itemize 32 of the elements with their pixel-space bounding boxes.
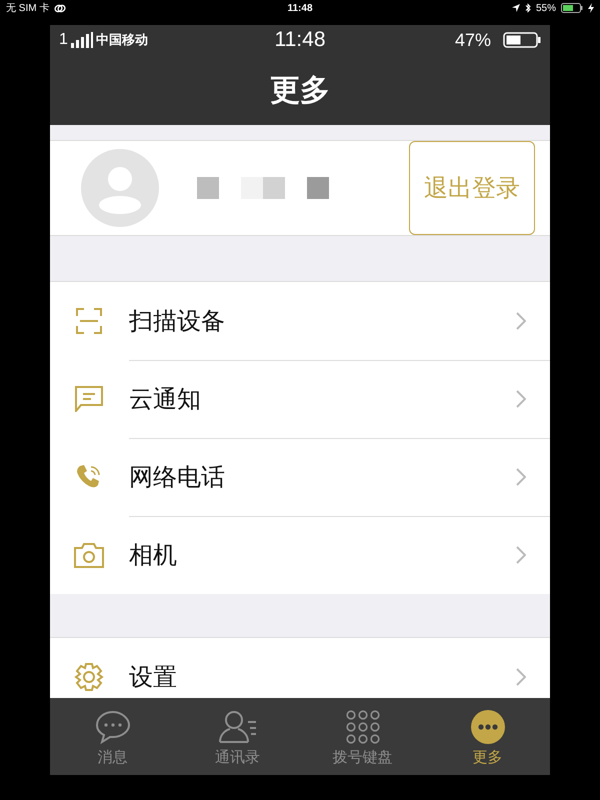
more-icon xyxy=(470,710,504,744)
page-title: 更多 xyxy=(270,72,330,108)
chevron-icon xyxy=(516,468,526,486)
location-icon xyxy=(512,4,520,12)
bluetooth-icon xyxy=(524,3,531,13)
carrier-text: 无 SIM 卡 xyxy=(6,2,50,15)
chevron-icon xyxy=(516,546,526,564)
avatar-icon xyxy=(81,149,159,227)
chevron-icon xyxy=(516,312,526,330)
battery-percent: 55% xyxy=(536,2,556,14)
message-icon xyxy=(74,386,102,412)
chevron-icon xyxy=(516,668,526,686)
signal-icon xyxy=(70,32,93,48)
chevron-icon xyxy=(516,390,526,408)
battery-percent: 47% xyxy=(454,30,491,50)
clock-text: 11:48 xyxy=(274,28,326,51)
signal-prefix: 1 xyxy=(59,31,68,49)
scan-icon xyxy=(76,308,102,334)
keypad-icon xyxy=(346,710,380,744)
clock-text: 11:48 xyxy=(287,2,313,14)
carrier-text: 中国移动 xyxy=(96,31,148,49)
menu-item[interactable]: 设置 xyxy=(50,638,550,698)
settings-icon xyxy=(74,662,104,692)
link-icon xyxy=(54,4,66,12)
chat-icon xyxy=(94,710,130,744)
charging-icon xyxy=(588,3,594,13)
camera-icon xyxy=(74,542,104,568)
menu-item[interactable]: 相机 xyxy=(50,516,550,594)
contacts-icon xyxy=(218,710,258,744)
battery-icon xyxy=(561,3,583,13)
battery-icon xyxy=(503,32,541,48)
tab-item[interactable]: 更多 xyxy=(425,698,550,775)
